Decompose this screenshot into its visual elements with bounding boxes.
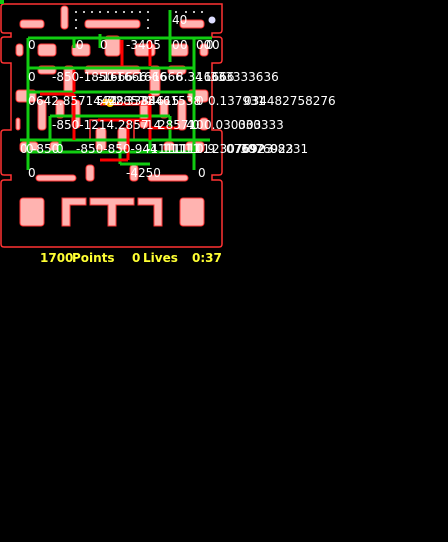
path-label: 0 — [28, 94, 36, 108]
path-label: 0 — [28, 38, 36, 52]
path-label: 0 — [196, 94, 204, 108]
path-label: 0 — [76, 38, 84, 52]
path-label: 0 — [172, 38, 180, 52]
lives-label: Lives — [143, 251, 178, 265]
score-value: 1700 — [40, 251, 74, 265]
path-label: 0 — [28, 166, 36, 180]
path-label: -4250 — [126, 166, 161, 180]
path-label: 034482758276 — [244, 94, 336, 108]
path-label: 38461538 — [140, 94, 202, 108]
power-pellet-icon — [208, 16, 216, 24]
path-label: 0 — [100, 38, 108, 52]
path-label: 333333636 — [210, 70, 279, 84]
score-label: Points — [72, 251, 115, 265]
path-label: 08231 — [270, 142, 309, 156]
path-label: 0 — [180, 38, 188, 52]
corner-marker — [0, 0, 4, 4]
path-label: 0 — [198, 166, 206, 180]
path-label: -3405 — [126, 38, 161, 52]
path-label: 0 — [28, 70, 36, 84]
path-label: 0 — [212, 38, 220, 52]
path-label: 0 — [56, 142, 64, 156]
path-label: 030333 — [238, 118, 284, 132]
path-label: 40 — [172, 13, 188, 27]
path-label: -850-1214.2857 — [52, 118, 149, 132]
timer: 0:37 — [192, 251, 222, 265]
path-label: 0 — [196, 118, 204, 132]
lives-value: 0 — [132, 251, 141, 265]
